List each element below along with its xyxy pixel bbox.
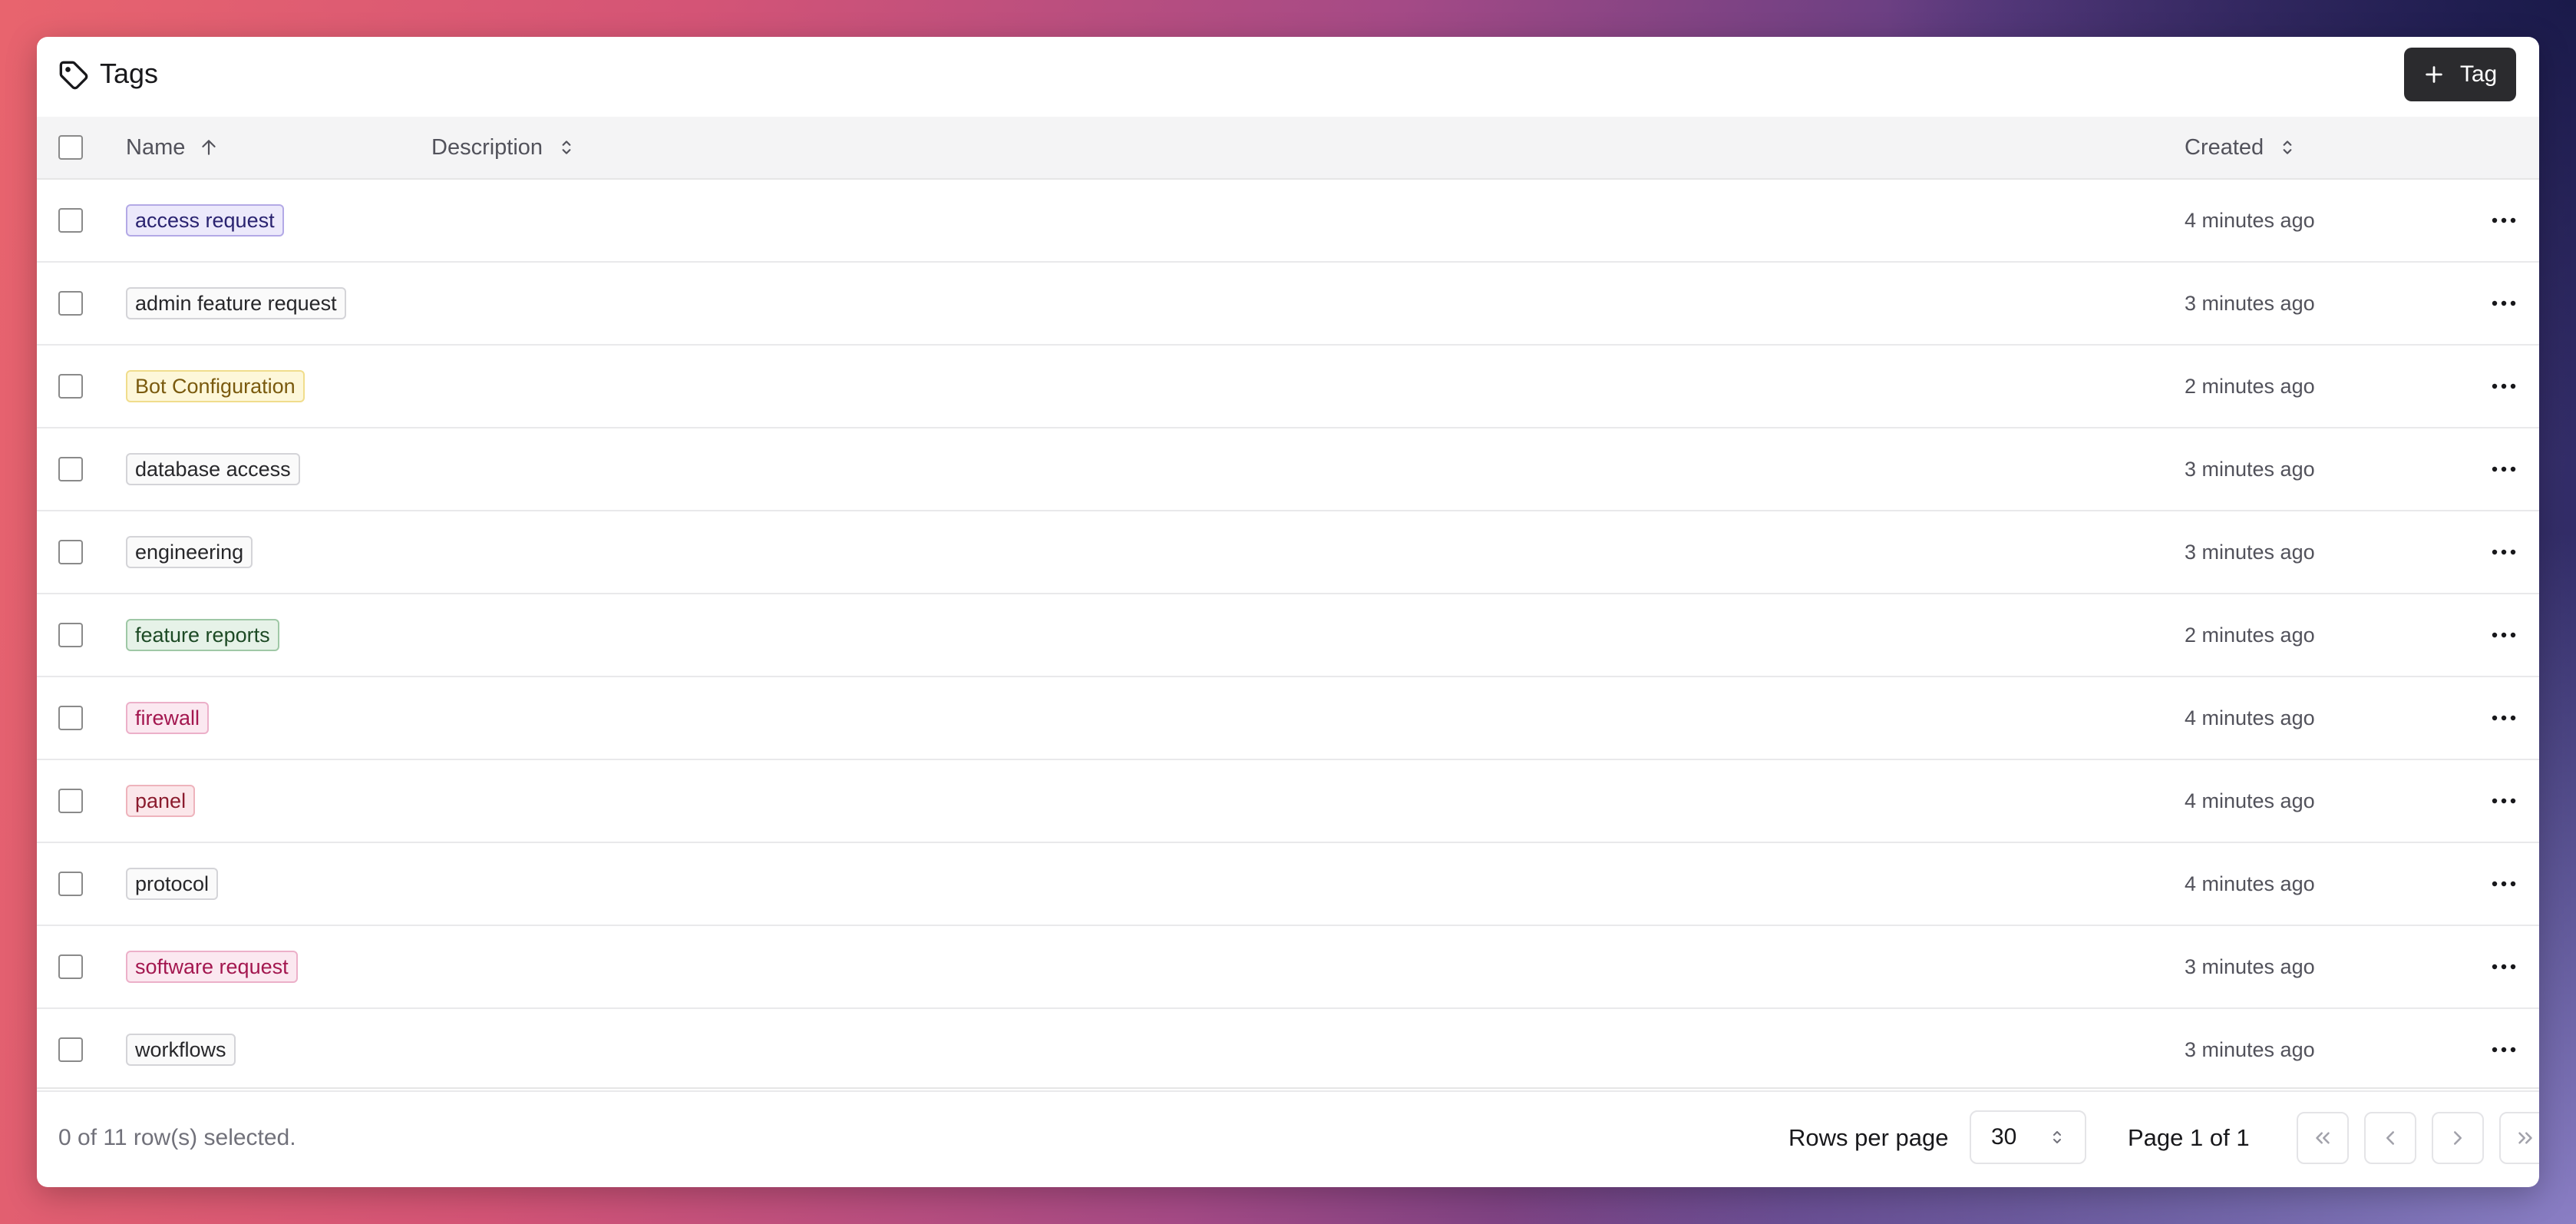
created-column-label: Created (2185, 134, 2264, 160)
row-checkbox[interactable] (58, 540, 83, 564)
row-actions-button[interactable] (2490, 458, 2518, 481)
created-time: 4 minutes ago (2185, 208, 2315, 232)
table-row[interactable]: panel 4 minutes ago (37, 760, 2539, 843)
created-time: 4 minutes ago (2185, 706, 2315, 729)
row-actions-button[interactable] (2490, 1038, 2518, 1061)
row-checkbox[interactable] (58, 789, 83, 813)
name-column-label: Name (126, 134, 186, 160)
chevron-left-icon (2386, 1131, 2394, 1145)
table-row[interactable]: Bot Configuration 2 minutes ago (37, 346, 2539, 428)
created-time: 3 minutes ago (2185, 1037, 2315, 1061)
row-checkbox[interactable] (58, 954, 83, 979)
last-page-button[interactable] (2499, 1112, 2539, 1164)
table-row[interactable]: feature reports 2 minutes ago (37, 594, 2539, 677)
more-horizontal-icon (2492, 1047, 2516, 1053)
chevrons-up-down-icon (2053, 1131, 2061, 1143)
tag-name-chip[interactable]: panel (126, 785, 196, 817)
next-page-button[interactable] (2432, 1112, 2484, 1164)
more-horizontal-icon (2492, 715, 2516, 721)
row-checkbox[interactable] (58, 374, 83, 399)
table-row[interactable]: engineering 3 minutes ago (37, 511, 2539, 594)
more-horizontal-icon (2492, 632, 2516, 638)
row-checkbox[interactable] (58, 291, 83, 316)
table-row[interactable]: admin feature request 3 minutes ago (37, 263, 2539, 346)
description-column-header[interactable]: Description (431, 117, 576, 178)
table-row[interactable]: firewall 4 minutes ago (37, 677, 2539, 760)
table-row[interactable]: software request 3 minutes ago (37, 926, 2539, 1009)
table-row[interactable]: access request 4 minutes ago (37, 180, 2539, 263)
tag-name-chip[interactable]: workflows (126, 1034, 236, 1066)
chevrons-left-icon (2316, 1132, 2330, 1144)
previous-page-button[interactable] (2364, 1112, 2416, 1164)
more-horizontal-icon (2492, 217, 2516, 223)
tag-name-chip[interactable]: engineering (126, 536, 253, 568)
more-horizontal-icon (2492, 300, 2516, 306)
row-actions-button[interactable] (2490, 789, 2518, 812)
row-actions-button[interactable] (2490, 209, 2518, 232)
add-tag-button[interactable]: Tag (2404, 48, 2516, 101)
created-time: 4 minutes ago (2185, 789, 2315, 812)
tag-name-chip[interactable]: software request (126, 951, 298, 983)
rows-per-page-label: Rows per page (1788, 1124, 1949, 1151)
chevrons-right-icon (2518, 1132, 2532, 1144)
created-time: 4 minutes ago (2185, 872, 2315, 895)
table-header: Name Description Created (37, 117, 2539, 180)
created-time: 2 minutes ago (2185, 623, 2315, 647)
arrow-up-icon (202, 140, 216, 155)
select-all-checkbox[interactable] (58, 135, 83, 160)
selection-count: 0 of 11 row(s) selected. (58, 1125, 296, 1150)
rows-per-page-value: 30 (1991, 1124, 2017, 1150)
name-column-header[interactable]: Name (126, 117, 219, 178)
more-horizontal-icon (2492, 881, 2516, 887)
chevrons-up-down-icon (2283, 141, 2292, 154)
created-time: 3 minutes ago (2185, 291, 2315, 315)
row-actions-button[interactable] (2490, 624, 2518, 647)
row-actions-button[interactable] (2490, 292, 2518, 315)
tag-name-chip[interactable]: access request (126, 204, 284, 237)
table-row[interactable]: database access 3 minutes ago (37, 428, 2539, 511)
row-actions-button[interactable] (2490, 872, 2518, 895)
tag-name-chip[interactable]: Bot Configuration (126, 370, 305, 402)
plus-icon (2426, 66, 2442, 83)
created-time: 2 minutes ago (2185, 374, 2315, 398)
rows-per-page-select[interactable]: 30 (1970, 1110, 2086, 1164)
tag-name-chip[interactable]: feature reports (126, 619, 279, 651)
created-column-header[interactable]: Created (2185, 117, 2297, 178)
page-indicator: Page 1 of 1 (2128, 1124, 2250, 1151)
first-page-button[interactable] (2297, 1112, 2349, 1164)
created-time: 3 minutes ago (2185, 457, 2315, 481)
more-horizontal-icon (2492, 964, 2516, 970)
chevrons-up-down-icon (562, 141, 571, 154)
row-checkbox[interactable] (58, 457, 83, 481)
created-time: 3 minutes ago (2185, 540, 2315, 564)
panel-header: Tags Tag (37, 37, 2539, 118)
tag-name-chip[interactable]: firewall (126, 702, 210, 734)
page-title: Tags (100, 58, 159, 89)
created-time: 3 minutes ago (2185, 954, 2315, 978)
more-horizontal-icon (2492, 383, 2516, 389)
tag-icon (59, 61, 88, 90)
tag-name-chip[interactable]: admin feature request (126, 287, 346, 319)
row-actions-button[interactable] (2490, 706, 2518, 729)
row-checkbox[interactable] (58, 623, 83, 647)
add-tag-label: Tag (2459, 61, 2498, 87)
more-horizontal-icon (2492, 466, 2516, 472)
description-column-label: Description (431, 134, 543, 160)
chevron-right-icon (2454, 1131, 2462, 1145)
row-actions-button[interactable] (2490, 541, 2518, 564)
tag-name-chip[interactable]: database access (126, 453, 300, 485)
row-checkbox[interactable] (58, 872, 83, 896)
row-actions-button[interactable] (2490, 955, 2518, 978)
row-checkbox[interactable] (58, 706, 83, 730)
table-footer: 0 of 11 row(s) selected. Rows per page 3… (37, 1087, 2539, 1187)
row-checkbox[interactable] (58, 208, 83, 233)
tag-name-chip[interactable]: protocol (126, 868, 219, 900)
row-actions-button[interactable] (2490, 375, 2518, 398)
table-row[interactable]: workflows 3 minutes ago (37, 1009, 2539, 1092)
tags-panel: Tags Tag Name Description Created access… (37, 37, 2539, 1187)
more-horizontal-icon (2492, 798, 2516, 804)
table-row[interactable]: protocol 4 minutes ago (37, 843, 2539, 926)
row-checkbox[interactable] (58, 1037, 83, 1062)
more-horizontal-icon (2492, 549, 2516, 555)
